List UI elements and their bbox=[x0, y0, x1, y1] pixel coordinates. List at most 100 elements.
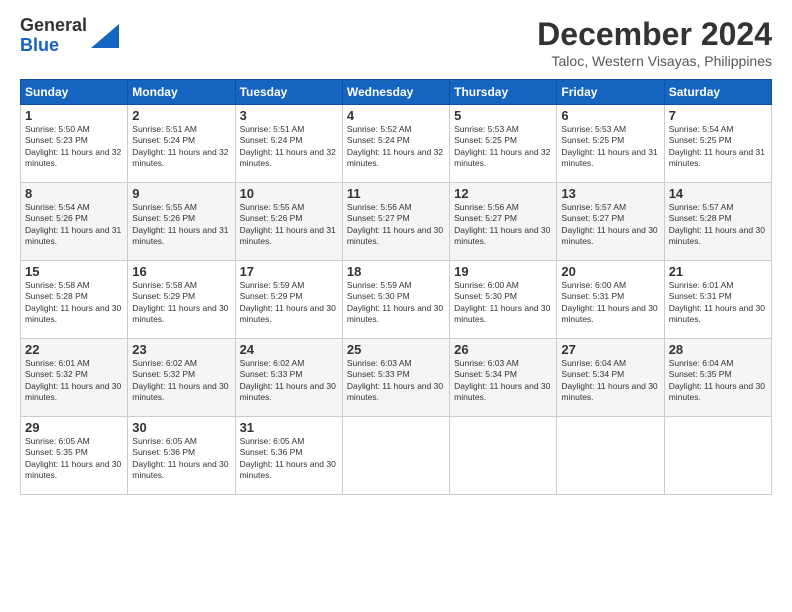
day-info: Sunrise: 6:04 AM Sunset: 5:35 PM Dayligh… bbox=[669, 358, 767, 404]
day-info: Sunrise: 6:00 AM Sunset: 5:31 PM Dayligh… bbox=[561, 280, 659, 326]
day-number: 13 bbox=[561, 186, 659, 201]
calendar-cell: 31 Sunrise: 6:05 AM Sunset: 5:36 PM Dayl… bbox=[235, 417, 342, 495]
location-title: Taloc, Western Visayas, Philippines bbox=[537, 53, 772, 69]
calendar-cell: 5 Sunrise: 5:53 AM Sunset: 5:25 PM Dayli… bbox=[450, 105, 557, 183]
calendar-cell: 16 Sunrise: 5:58 AM Sunset: 5:29 PM Dayl… bbox=[128, 261, 235, 339]
day-number: 14 bbox=[669, 186, 767, 201]
day-info: Sunrise: 6:03 AM Sunset: 5:34 PM Dayligh… bbox=[454, 358, 552, 404]
day-info: Sunrise: 6:05 AM Sunset: 5:36 PM Dayligh… bbox=[240, 436, 338, 482]
day-number: 16 bbox=[132, 264, 230, 279]
day-number: 26 bbox=[454, 342, 552, 357]
logo-icon bbox=[91, 24, 119, 48]
day-number: 30 bbox=[132, 420, 230, 435]
day-number: 1 bbox=[25, 108, 123, 123]
day-info: Sunrise: 6:05 AM Sunset: 5:36 PM Dayligh… bbox=[132, 436, 230, 482]
calendar-cell: 11 Sunrise: 5:56 AM Sunset: 5:27 PM Dayl… bbox=[342, 183, 449, 261]
calendar-cell: 14 Sunrise: 5:57 AM Sunset: 5:28 PM Dayl… bbox=[664, 183, 771, 261]
day-info: Sunrise: 5:53 AM Sunset: 5:25 PM Dayligh… bbox=[454, 124, 552, 170]
calendar-cell: 8 Sunrise: 5:54 AM Sunset: 5:26 PM Dayli… bbox=[21, 183, 128, 261]
header: General Blue December 2024 Taloc, Wester… bbox=[20, 16, 772, 69]
day-info: Sunrise: 5:50 AM Sunset: 5:23 PM Dayligh… bbox=[25, 124, 123, 170]
day-info: Sunrise: 6:02 AM Sunset: 5:32 PM Dayligh… bbox=[132, 358, 230, 404]
day-info: Sunrise: 5:59 AM Sunset: 5:30 PM Dayligh… bbox=[347, 280, 445, 326]
calendar-cell: 26 Sunrise: 6:03 AM Sunset: 5:34 PM Dayl… bbox=[450, 339, 557, 417]
day-info: Sunrise: 6:03 AM Sunset: 5:33 PM Dayligh… bbox=[347, 358, 445, 404]
day-number: 8 bbox=[25, 186, 123, 201]
col-thursday: Thursday bbox=[450, 80, 557, 105]
day-info: Sunrise: 5:56 AM Sunset: 5:27 PM Dayligh… bbox=[347, 202, 445, 248]
day-info: Sunrise: 5:57 AM Sunset: 5:28 PM Dayligh… bbox=[669, 202, 767, 248]
calendar-cell: 20 Sunrise: 6:00 AM Sunset: 5:31 PM Dayl… bbox=[557, 261, 664, 339]
day-info: Sunrise: 5:55 AM Sunset: 5:26 PM Dayligh… bbox=[132, 202, 230, 248]
title-block: December 2024 Taloc, Western Visayas, Ph… bbox=[537, 16, 772, 69]
day-info: Sunrise: 6:01 AM Sunset: 5:32 PM Dayligh… bbox=[25, 358, 123, 404]
calendar-cell: 2 Sunrise: 5:51 AM Sunset: 5:24 PM Dayli… bbox=[128, 105, 235, 183]
day-number: 4 bbox=[347, 108, 445, 123]
day-info: Sunrise: 5:57 AM Sunset: 5:27 PM Dayligh… bbox=[561, 202, 659, 248]
calendar-cell: 13 Sunrise: 5:57 AM Sunset: 5:27 PM Dayl… bbox=[557, 183, 664, 261]
calendar-cell: 9 Sunrise: 5:55 AM Sunset: 5:26 PM Dayli… bbox=[128, 183, 235, 261]
day-number: 15 bbox=[25, 264, 123, 279]
col-saturday: Saturday bbox=[664, 80, 771, 105]
col-monday: Monday bbox=[128, 80, 235, 105]
col-wednesday: Wednesday bbox=[342, 80, 449, 105]
day-info: Sunrise: 6:01 AM Sunset: 5:31 PM Dayligh… bbox=[669, 280, 767, 326]
month-title: December 2024 bbox=[537, 16, 772, 53]
calendar-cell: 24 Sunrise: 6:02 AM Sunset: 5:33 PM Dayl… bbox=[235, 339, 342, 417]
day-number: 9 bbox=[132, 186, 230, 201]
calendar-cell: 30 Sunrise: 6:05 AM Sunset: 5:36 PM Dayl… bbox=[128, 417, 235, 495]
calendar-week-row: 22 Sunrise: 6:01 AM Sunset: 5:32 PM Dayl… bbox=[21, 339, 772, 417]
calendar-cell: 4 Sunrise: 5:52 AM Sunset: 5:24 PM Dayli… bbox=[342, 105, 449, 183]
calendar-cell: 27 Sunrise: 6:04 AM Sunset: 5:34 PM Dayl… bbox=[557, 339, 664, 417]
day-info: Sunrise: 5:51 AM Sunset: 5:24 PM Dayligh… bbox=[240, 124, 338, 170]
calendar: Sunday Monday Tuesday Wednesday Thursday… bbox=[20, 79, 772, 495]
day-info: Sunrise: 5:52 AM Sunset: 5:24 PM Dayligh… bbox=[347, 124, 445, 170]
day-number: 11 bbox=[347, 186, 445, 201]
day-info: Sunrise: 6:04 AM Sunset: 5:34 PM Dayligh… bbox=[561, 358, 659, 404]
day-number: 12 bbox=[454, 186, 552, 201]
day-number: 5 bbox=[454, 108, 552, 123]
logo-blue: Blue bbox=[20, 35, 59, 55]
day-info: Sunrise: 5:58 AM Sunset: 5:29 PM Dayligh… bbox=[132, 280, 230, 326]
day-number: 19 bbox=[454, 264, 552, 279]
calendar-header-row: Sunday Monday Tuesday Wednesday Thursday… bbox=[21, 80, 772, 105]
day-number: 21 bbox=[669, 264, 767, 279]
day-info: Sunrise: 6:05 AM Sunset: 5:35 PM Dayligh… bbox=[25, 436, 123, 482]
day-number: 3 bbox=[240, 108, 338, 123]
day-number: 25 bbox=[347, 342, 445, 357]
calendar-cell bbox=[664, 417, 771, 495]
day-info: Sunrise: 6:00 AM Sunset: 5:30 PM Dayligh… bbox=[454, 280, 552, 326]
calendar-week-row: 8 Sunrise: 5:54 AM Sunset: 5:26 PM Dayli… bbox=[21, 183, 772, 261]
calendar-cell: 17 Sunrise: 5:59 AM Sunset: 5:29 PM Dayl… bbox=[235, 261, 342, 339]
calendar-cell: 10 Sunrise: 5:55 AM Sunset: 5:26 PM Dayl… bbox=[235, 183, 342, 261]
day-number: 22 bbox=[25, 342, 123, 357]
calendar-cell: 29 Sunrise: 6:05 AM Sunset: 5:35 PM Dayl… bbox=[21, 417, 128, 495]
calendar-cell: 19 Sunrise: 6:00 AM Sunset: 5:30 PM Dayl… bbox=[450, 261, 557, 339]
day-info: Sunrise: 6:02 AM Sunset: 5:33 PM Dayligh… bbox=[240, 358, 338, 404]
day-info: Sunrise: 5:59 AM Sunset: 5:29 PM Dayligh… bbox=[240, 280, 338, 326]
calendar-cell: 6 Sunrise: 5:53 AM Sunset: 5:25 PM Dayli… bbox=[557, 105, 664, 183]
calendar-cell: 25 Sunrise: 6:03 AM Sunset: 5:33 PM Dayl… bbox=[342, 339, 449, 417]
logo-general: General bbox=[20, 15, 87, 35]
day-info: Sunrise: 5:54 AM Sunset: 5:25 PM Dayligh… bbox=[669, 124, 767, 170]
day-number: 18 bbox=[347, 264, 445, 279]
day-info: Sunrise: 5:53 AM Sunset: 5:25 PM Dayligh… bbox=[561, 124, 659, 170]
col-sunday: Sunday bbox=[21, 80, 128, 105]
calendar-cell: 7 Sunrise: 5:54 AM Sunset: 5:25 PM Dayli… bbox=[664, 105, 771, 183]
logo: General Blue bbox=[20, 16, 119, 56]
day-info: Sunrise: 5:54 AM Sunset: 5:26 PM Dayligh… bbox=[25, 202, 123, 248]
calendar-cell: 23 Sunrise: 6:02 AM Sunset: 5:32 PM Dayl… bbox=[128, 339, 235, 417]
page: General Blue December 2024 Taloc, Wester… bbox=[0, 0, 792, 612]
col-tuesday: Tuesday bbox=[235, 80, 342, 105]
calendar-cell: 18 Sunrise: 5:59 AM Sunset: 5:30 PM Dayl… bbox=[342, 261, 449, 339]
day-number: 2 bbox=[132, 108, 230, 123]
day-number: 23 bbox=[132, 342, 230, 357]
calendar-week-row: 1 Sunrise: 5:50 AM Sunset: 5:23 PM Dayli… bbox=[21, 105, 772, 183]
day-number: 27 bbox=[561, 342, 659, 357]
calendar-cell: 12 Sunrise: 5:56 AM Sunset: 5:27 PM Dayl… bbox=[450, 183, 557, 261]
day-number: 24 bbox=[240, 342, 338, 357]
day-number: 20 bbox=[561, 264, 659, 279]
calendar-cell bbox=[342, 417, 449, 495]
calendar-cell bbox=[557, 417, 664, 495]
day-info: Sunrise: 5:55 AM Sunset: 5:26 PM Dayligh… bbox=[240, 202, 338, 248]
